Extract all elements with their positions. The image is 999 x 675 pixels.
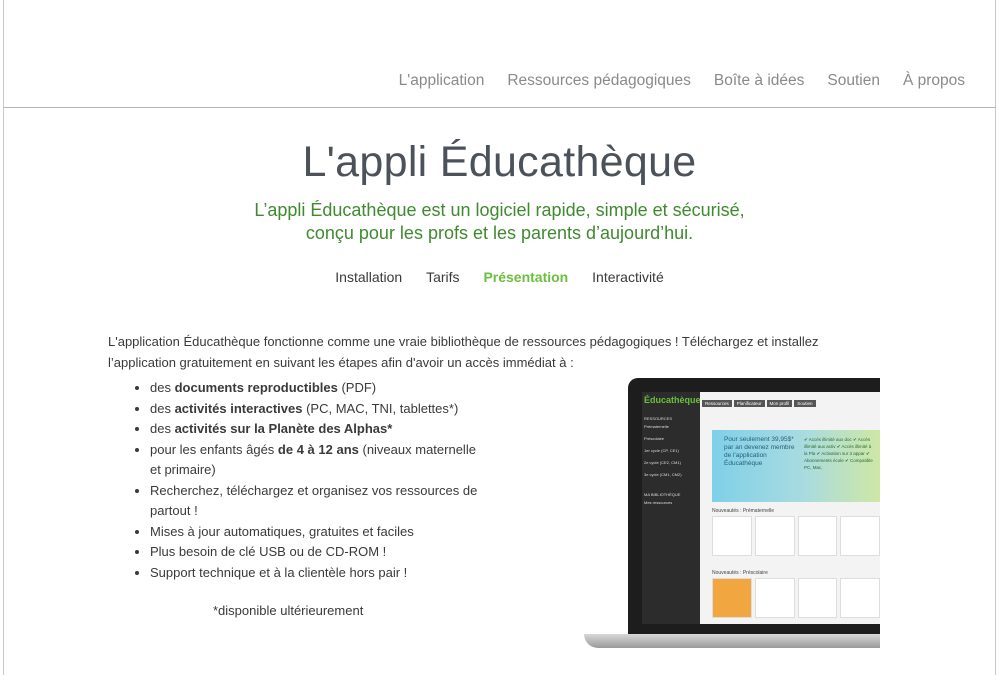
mockup-sidebar-item: Préscolaire	[644, 436, 665, 441]
list-item: Support technique et à la clientèle hors…	[150, 563, 480, 584]
nav-soutien[interactable]: Soutien	[827, 72, 880, 90]
mockup-sidebar-item: RESSOURCES	[644, 416, 673, 421]
list-item: Plus besoin de clé USB ou de CD-ROM !	[150, 542, 480, 563]
mockup-sidebar-item: 2e cycle (CE2, CM1)	[644, 460, 681, 465]
mockup-banner-list: ✔ Accès illimité aux doc ✔ Accès illimit…	[804, 437, 873, 470]
list-item: des activités interactives (PC, MAC, TNI…	[150, 399, 480, 420]
nav-ressources[interactable]: Ressources pédagogiques	[507, 72, 691, 90]
footnote: *disponible ultérieurement	[213, 603, 364, 618]
mockup-tab: Ressources	[702, 400, 732, 407]
mockup-sidebar-item: Mes ressources	[644, 500, 673, 505]
list-item: Mises à jour automatiques, gratuites et …	[150, 522, 480, 543]
page-title: L'appli Éducathèque	[302, 138, 697, 186]
section-tabs: Installation Tarifs Présentation Interac…	[0, 269, 999, 285]
page-subtitle: L’appli Éducathèque est un logiciel rapi…	[0, 199, 999, 245]
mockup-thumbnails-row	[712, 516, 880, 556]
mockup-banner-text: Pour seulement 39,95$* par an devenez me…	[724, 436, 795, 467]
mockup-sidebar-item: 1er cycle (CP, CE1)	[644, 448, 679, 453]
mockup-sidebar-item: Prématernelle	[644, 424, 669, 429]
mockup-section-label: Nouveautés : Préscolaire	[712, 570, 768, 576]
tab-installation[interactable]: Installation	[335, 269, 402, 285]
mockup-tab: Soutien	[794, 400, 816, 407]
top-navigation: L'application Ressources pédagogiques Bo…	[376, 72, 965, 90]
nav-application[interactable]: L'application	[399, 72, 485, 90]
mockup-promo-banner: Pour seulement 39,95$* par an devenez me…	[712, 430, 880, 502]
list-item: pour les enfants âgés de 4 à 12 ans (niv…	[150, 440, 480, 481]
features-list: des documents reproductibles (PDF) des a…	[130, 378, 480, 583]
laptop-base	[584, 634, 880, 648]
mockup-sidebar-item: 3e cycle (CM1, CM2)	[644, 472, 682, 477]
mockup-thumbnails-row	[712, 578, 880, 618]
header-divider	[3, 107, 996, 108]
subtitle-line-2: conçu pour les profs et les parents d’au…	[305, 223, 694, 243]
subtitle-line-1: L’appli Éducathèque est un logiciel rapi…	[254, 200, 745, 220]
list-item: des activités sur la Planète des Alphas*	[150, 419, 480, 440]
intro-paragraph: L'application Éducathèque fonctionne com…	[108, 334, 819, 370]
mockup-tab: Planificateur	[733, 400, 765, 407]
mockup-logo: Éducathèque	[644, 395, 701, 405]
tab-tarifs[interactable]: Tarifs	[426, 269, 459, 285]
laptop-mockup-image: Éducathèque RESSOURCES Prématernelle Pré…	[584, 378, 880, 668]
mockup-tabs: Ressources Planificateur Mon profil Sout…	[702, 400, 816, 407]
nav-boite-idees[interactable]: Boîte à idées	[714, 72, 804, 90]
list-item: des documents reproductibles (PDF)	[150, 378, 480, 399]
mockup-sidebar: Éducathèque RESSOURCES Prématernelle Pré…	[642, 392, 701, 624]
list-item: Recherchez, téléchargez et organisez vos…	[150, 481, 480, 522]
mockup-tab: Mon profil	[766, 400, 793, 407]
nav-a-propos[interactable]: À propos	[903, 72, 965, 90]
tab-interactivite[interactable]: Interactivité	[592, 269, 664, 285]
app-screenshot: Éducathèque RESSOURCES Prématernelle Pré…	[642, 392, 880, 624]
tab-presentation[interactable]: Présentation	[483, 269, 568, 285]
laptop-screen-bezel: Éducathèque RESSOURCES Prématernelle Pré…	[628, 378, 880, 640]
mockup-sidebar-item: MA BIBLIOTHÈQUE	[644, 492, 681, 497]
mockup-section-label: Nouveautés : Prématernelle	[712, 508, 774, 514]
